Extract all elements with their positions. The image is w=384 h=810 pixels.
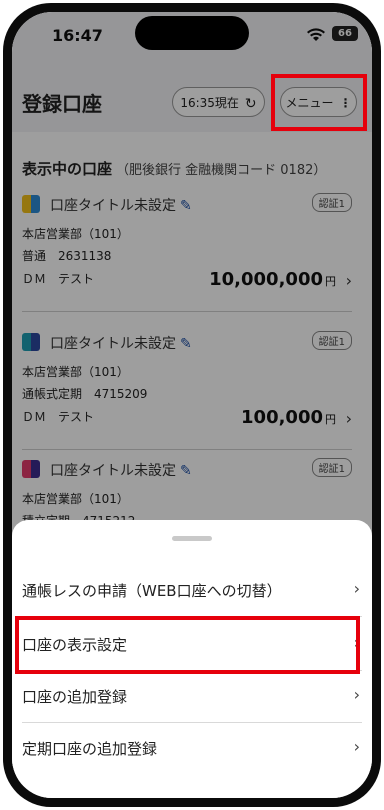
chevron-right-icon: › bbox=[353, 579, 360, 598]
menu-item-passbookless-application[interactable]: 通帳レスの申請（WEB口座への切替） › bbox=[22, 565, 362, 617]
menu-item-label: 通帳レスの申請（WEB口座への切替） bbox=[22, 582, 282, 600]
chevron-right-icon: › bbox=[353, 685, 360, 704]
bottom-sheet-menu: 通帳レスの申請（WEB口座への切替） › 口座の表示設定 › 口座の追加登録 ›… bbox=[12, 520, 372, 798]
menu-item-add-account[interactable]: 口座の追加登録 › bbox=[22, 671, 362, 723]
chevron-right-icon: › bbox=[353, 737, 360, 756]
menu-item-add-time-deposit[interactable]: 定期口座の追加登録 › bbox=[22, 723, 362, 775]
menu-item-label: 定期口座の追加登録 bbox=[22, 740, 158, 758]
display-settings-highlight-box bbox=[15, 616, 360, 674]
menu-item-label: 口座の追加登録 bbox=[22, 688, 128, 706]
phone-frame: 16:47 66 登録口座 16:35現在 ↻ メニュー ⋮ 表示中の口座 （肥… bbox=[3, 3, 381, 807]
sheet-drag-handle[interactable] bbox=[172, 536, 212, 541]
menu-highlight-box bbox=[271, 74, 367, 131]
screen: 16:47 66 登録口座 16:35現在 ↻ メニュー ⋮ 表示中の口座 （肥… bbox=[12, 12, 372, 798]
